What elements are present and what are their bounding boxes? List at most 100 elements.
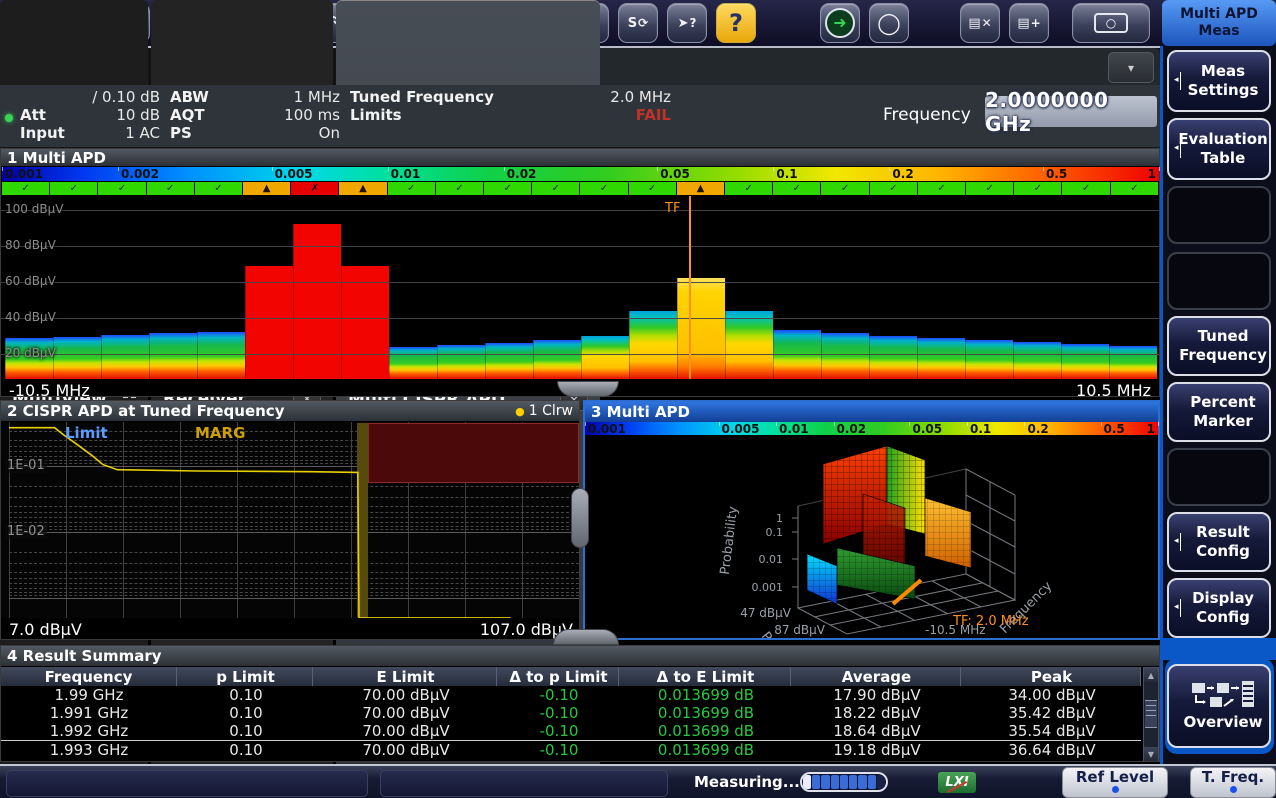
setting-att[interactable]: Att10 dB (20, 106, 160, 124)
limit-check-cell-pass: ✓ (484, 182, 532, 195)
table-cell: 0.10 (179, 686, 313, 704)
apd-spectrogram-plot[interactable]: 100 dBµV80 dBµV60 dBµV40 dBµV20 dBµVTF (1, 196, 1159, 379)
blue-dot-icon (1112, 786, 1119, 793)
limit-check-cell-pass: ✓ (98, 182, 146, 195)
scroll-up-icon[interactable]: ▲ (1144, 668, 1158, 682)
instrument-screen: ⊞❐▣⎙▤↶↷➤⊕⊡1:1⧉S⟳➤??➜◯▤✕▤+○ Multi APD Mea… (0, 0, 1276, 798)
input-button[interactable]: ➜ (820, 3, 860, 43)
scale-tick (1043, 167, 1044, 171)
setting-tuned-frequency[interactable]: Tuned Frequency2.0 MHz (350, 88, 671, 106)
scale-label: 0.1 (970, 422, 991, 436)
softkey-label: Overview (1183, 713, 1262, 732)
softkey-evaluation-table[interactable]: ◂Evaluation Table (1167, 118, 1271, 180)
add-table-button[interactable]: ▤+ (1009, 3, 1049, 43)
table-cell: 35.42 dBµV (963, 704, 1141, 722)
column-header[interactable]: Peak (963, 667, 1141, 686)
tf-marker-line[interactable] (689, 196, 691, 379)
softkey-result-config[interactable]: ◂Result Config (1167, 512, 1271, 572)
softkey-overview[interactable]: Overview (1167, 664, 1271, 748)
setting-ps[interactable]: PSOn (170, 124, 340, 142)
svg-text:0.01: 0.01 (759, 553, 784, 566)
table-cell: 0.10 (179, 759, 313, 762)
softkey-label: Percent Marker (1181, 393, 1265, 431)
splitter-handle-bottom[interactable] (553, 629, 619, 645)
softkey-display-config[interactable]: ◂Display Config (1167, 578, 1271, 638)
setting-abw[interactable]: ABW1 MHz (170, 88, 340, 106)
screenshot-button[interactable]: ○ (1072, 3, 1150, 43)
limit-check-cell-pass: ✓ (195, 182, 243, 195)
help-pointer-button[interactable]: ➤? (667, 3, 707, 43)
column-header[interactable]: E Limit (315, 667, 497, 686)
softkey-empty[interactable] (1167, 186, 1271, 244)
scale-label: 0.2 (892, 167, 913, 181)
softkey-empty[interactable] (1167, 448, 1271, 506)
add-limit-check-button[interactable]: ▤✕ (960, 3, 1000, 43)
table-cell: 0.10 (179, 741, 313, 759)
margin-label: MARG (195, 424, 245, 442)
trace-legend[interactable]: ● 1 Clrw (515, 403, 573, 419)
setting-aqt[interactable]: AQT100 ms (170, 106, 340, 124)
ref-level-key[interactable]: Ref Level (1062, 767, 1168, 798)
splitter-handle-middle[interactable] (571, 488, 589, 548)
record-button[interactable]: ◯ (869, 3, 909, 43)
scale-tick (585, 422, 586, 426)
svg-text:87 dBµV: 87 dBµV (774, 623, 826, 637)
limit-check-cell-pass: ✓ (966, 182, 1014, 195)
help-pointer-icon: ➤ (678, 17, 689, 30)
table-cell: 34.00 dBµV (963, 686, 1141, 704)
apd-trace-plot[interactable]: Limit MARG 1E-011E-02 (1, 422, 579, 618)
apd-bar (917, 338, 965, 379)
setting-input[interactable]: Input1 AC (20, 124, 160, 142)
softkey-percent-marker[interactable]: Percent Marker (1167, 382, 1271, 442)
table-cell: 0.10 (179, 722, 313, 740)
column-header[interactable]: Δ to E Limit (621, 667, 791, 686)
column-header[interactable]: Frequency (1, 667, 177, 686)
summary-scrollbar[interactable]: ▲ ▼ (1143, 667, 1159, 762)
x-max-label: 10.5 MHz (1076, 381, 1151, 400)
table-cell: 70.00 dBµV (315, 741, 497, 759)
scale-label: 0.2 (1027, 422, 1048, 436)
scale-label: 0.5 (1046, 167, 1067, 181)
table-cell: 1.993 GHz (1, 741, 177, 759)
sweep-icon: S (628, 17, 637, 30)
gridline (1, 318, 1159, 319)
column-header[interactable]: Average (793, 667, 961, 686)
softkey-tuned-frequency[interactable]: Tuned Frequency (1167, 316, 1271, 376)
tab-list-dropdown[interactable]: ▾ (1108, 52, 1154, 83)
frequency-value: 2.0000000 GHz (985, 88, 1157, 136)
table-cell: 18.64 dBµV (793, 722, 961, 740)
table-cell: -0.10 (499, 741, 619, 759)
softkey-sidebar: ◂Meas Settings◂Evaluation Table Tuned Fre… (1160, 46, 1276, 764)
table-cell: 70.00 dBµV (315, 722, 497, 740)
scrollbar-grip[interactable] (1145, 700, 1157, 728)
softkey-empty[interactable] (1167, 252, 1271, 310)
tuned-freq-key[interactable]: T. Freq. (1190, 767, 1276, 798)
help-button[interactable]: ? (716, 3, 756, 43)
tab-bar-fill (600, 48, 1160, 85)
y-axis-label: 60 dBµV (5, 274, 56, 288)
meas-mode-tab[interactable]: Multi APD Meas (1162, 0, 1276, 46)
scroll-down-icon[interactable]: ▼ (1144, 747, 1158, 761)
column-header[interactable]: Δ to p Limit (499, 667, 619, 686)
softkey-meas-settings[interactable]: ◂Meas Settings (1167, 50, 1271, 112)
softkey-label: Result Config (1181, 523, 1265, 561)
table-cell: 35.54 dBµV (963, 722, 1141, 740)
gridline (1, 282, 1159, 283)
scale-label: 1 (1147, 422, 1155, 436)
column-header[interactable]: p Limit (179, 667, 313, 686)
splitter-handle-top[interactable] (557, 381, 619, 397)
scale-label: 0.02 (507, 167, 537, 181)
limit-check-cell-pass: ✓ (1014, 182, 1062, 195)
frequency-value-field[interactable]: 2.0000000 GHz (985, 96, 1157, 127)
limit-check-cell-pass: ✓ (532, 182, 580, 195)
sweep-button[interactable]: S⟳ (618, 3, 658, 43)
scale-tick (118, 167, 119, 171)
add-table-icon: ▤ (1017, 17, 1029, 30)
scale-label: 1 (1148, 167, 1156, 181)
gridline (1, 246, 1159, 247)
setting-offset[interactable]: / 0.10 dB (20, 88, 160, 106)
att-led-indicator (5, 114, 13, 122)
apd-3d-plot[interactable]: 1 0.1 0.01 0.001 47 dBµV 87 dBµV -10.5 M… (585, 436, 1158, 638)
setting-limits[interactable]: LimitsFAIL (350, 106, 671, 124)
apd-bar (533, 340, 581, 379)
